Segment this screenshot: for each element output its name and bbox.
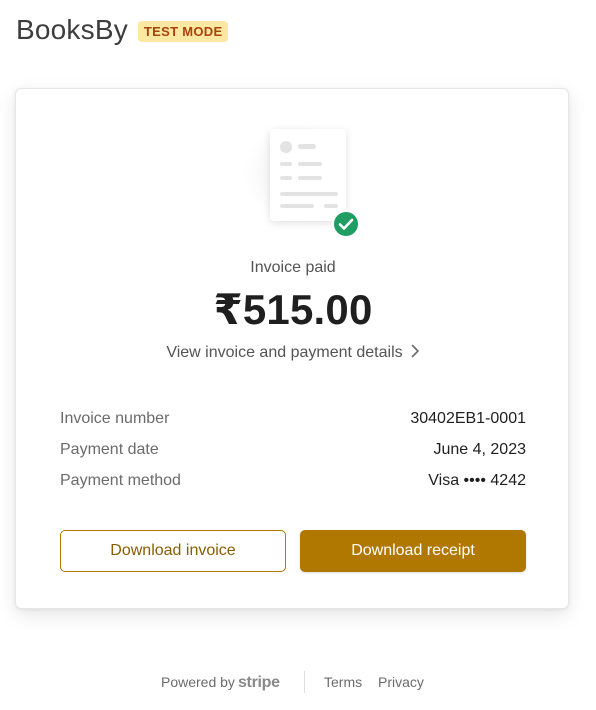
payment-date-label: Payment date — [60, 441, 159, 458]
payment-method-label: Payment method — [60, 472, 181, 489]
invoice-number-row: Invoice number 30402EB1-0001 — [60, 410, 526, 441]
invoice-paid-illustration — [234, 113, 360, 238]
payment-date-value: June 4, 2023 — [433, 441, 526, 458]
download-receipt-button[interactable]: Download receipt — [300, 530, 526, 572]
powered-by-stripe[interactable]: Powered by stripe — [161, 674, 280, 692]
stripe-logo: stripe — [237, 674, 280, 691]
check-circle-icon — [332, 210, 360, 238]
terms-link[interactable]: Terms — [324, 674, 362, 690]
invoice-card: Invoice paid ₹515.00 View invoice and pa… — [15, 88, 569, 609]
invoice-number-label: Invoice number — [60, 410, 170, 427]
document-lines-graphic — [280, 141, 338, 208]
footer-divider — [304, 671, 305, 693]
header: BooksBy TEST MODE — [16, 14, 229, 46]
view-invoice-details-link[interactable]: View invoice and payment details — [16, 344, 570, 362]
brand-name: BooksBy — [16, 14, 128, 45]
download-invoice-button[interactable]: Download invoice — [60, 530, 286, 572]
invoice-summary: Invoice number 30402EB1-0001 Payment dat… — [60, 410, 526, 503]
invoice-page: BooksBy TEST MODE Invoice paid ₹515.00 V… — [0, 0, 596, 710]
footer: Powered by stripe Terms Privacy — [0, 671, 596, 695]
powered-by-label: Powered by — [161, 674, 235, 690]
payment-method-row: Payment method Visa •••• 4242 — [60, 472, 526, 503]
amount-paid: ₹515.00 — [213, 286, 373, 333]
chevron-right-icon — [411, 344, 419, 358]
payment-status: Invoice paid — [250, 259, 336, 276]
document-icon — [270, 129, 346, 221]
privacy-link[interactable]: Privacy — [378, 674, 424, 690]
payment-date-row: Payment date June 4, 2023 — [60, 441, 526, 472]
payment-method-value: Visa •••• 4242 — [428, 472, 526, 489]
view-invoice-details-label: View invoice and payment details — [166, 344, 403, 361]
test-mode-badge: TEST MODE — [137, 20, 229, 42]
invoice-number-value: 30402EB1-0001 — [410, 410, 526, 427]
